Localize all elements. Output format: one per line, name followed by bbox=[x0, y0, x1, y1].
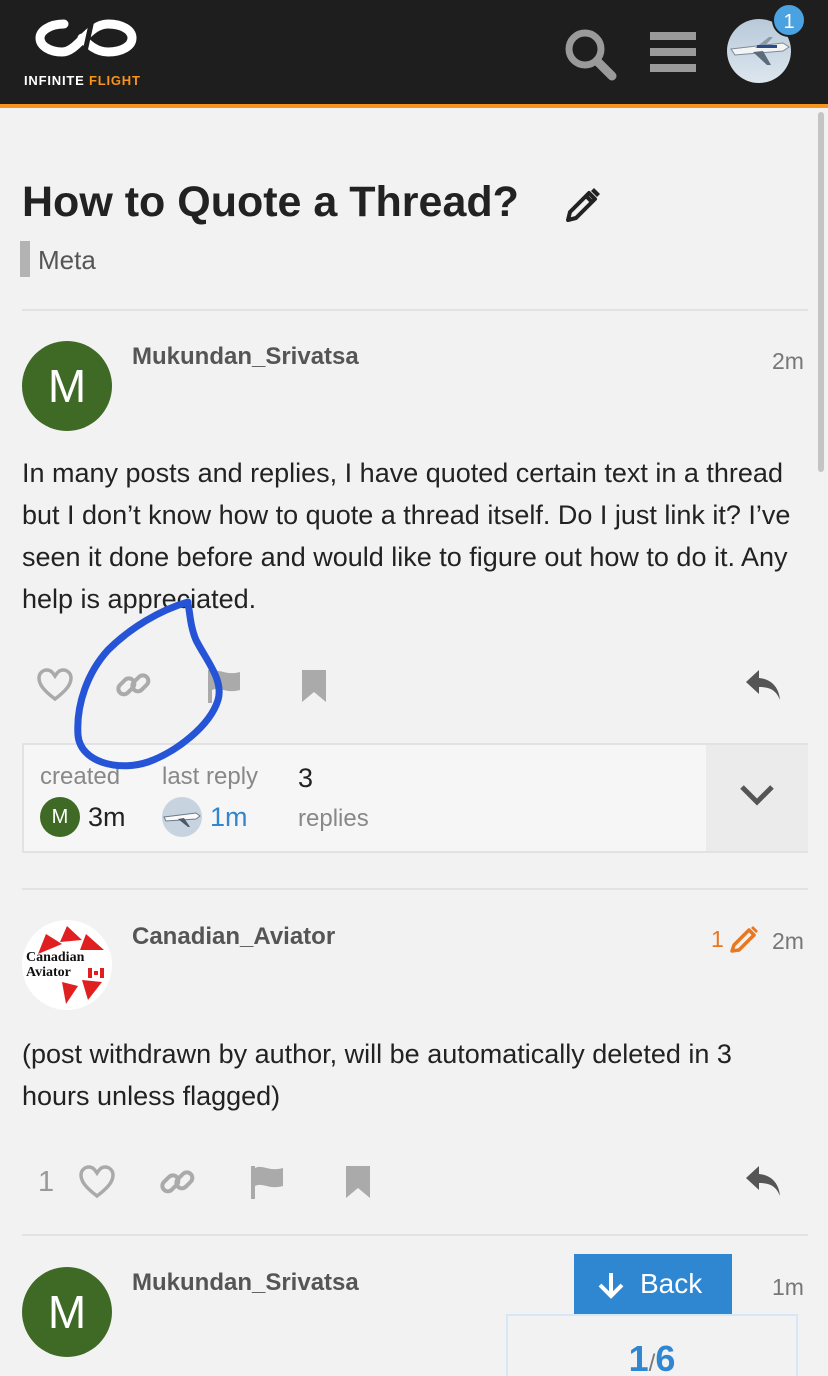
topic-title: How to Quote a Thread? bbox=[22, 178, 519, 226]
replies-label: replies bbox=[298, 805, 369, 832]
avatar-word-1: Canadian bbox=[26, 950, 85, 965]
replies-count: 3 bbox=[298, 763, 314, 793]
topic-map: created M 3m last reply 1m 3 replies bbox=[22, 743, 808, 853]
avatar-word-2: Aviator bbox=[26, 965, 71, 980]
bookmark-icon[interactable] bbox=[300, 668, 328, 709]
logo-word-flight: FLIGHT bbox=[89, 73, 141, 88]
flag-icon[interactable] bbox=[206, 668, 244, 709]
bookmark-icon[interactable] bbox=[344, 1164, 372, 1205]
last-reply-avatar[interactable] bbox=[162, 797, 202, 837]
logo-wordmark: INFINITE FLIGHT bbox=[24, 73, 141, 88]
canada-flag-icon bbox=[88, 968, 104, 978]
like-heart-icon[interactable] bbox=[37, 668, 73, 707]
last-reply-value[interactable]: 1m bbox=[210, 802, 248, 833]
progress-total: 6 bbox=[655, 1338, 676, 1376]
infinity-logo-icon bbox=[35, 19, 137, 57]
created-avatar[interactable]: M bbox=[40, 797, 80, 837]
edit-count[interactable]: 1 bbox=[711, 926, 724, 953]
infinite-flight-logo[interactable]: INFINITE FLIGHT bbox=[22, 16, 152, 92]
post-age[interactable]: 2m bbox=[772, 928, 804, 955]
chevron-down-icon bbox=[740, 785, 774, 806]
post-username[interactable]: Mukundan_Srivatsa bbox=[132, 1269, 359, 1297]
divider bbox=[22, 888, 808, 890]
post-body: In many posts and replies, I have quoted… bbox=[22, 458, 791, 614]
edit-history-pencil-icon[interactable] bbox=[730, 925, 760, 958]
hamburger-menu-icon[interactable] bbox=[650, 30, 698, 79]
back-button[interactable]: Back bbox=[574, 1254, 732, 1314]
back-button-label: Back bbox=[640, 1268, 703, 1299]
like-heart-icon[interactable] bbox=[79, 1165, 115, 1204]
arrow-down-icon bbox=[598, 1273, 624, 1299]
like-count[interactable]: 1 bbox=[38, 1166, 54, 1199]
post-avatar[interactable]: Canadian Aviator bbox=[22, 920, 112, 1010]
avatar-wordmark: Canadian Aviator bbox=[26, 950, 84, 980]
reply-icon[interactable] bbox=[744, 668, 782, 707]
divider bbox=[22, 1234, 808, 1236]
copy-link-icon[interactable] bbox=[158, 1163, 196, 1206]
post-username[interactable]: Canadian_Aviator bbox=[132, 923, 335, 951]
last-reply-label: last reply bbox=[162, 763, 259, 790]
reply-icon[interactable] bbox=[744, 1164, 782, 1203]
search-icon[interactable] bbox=[562, 26, 618, 87]
post-avatar[interactable]: M bbox=[22, 1267, 112, 1357]
site-header: INFINITE FLIGHT 1 bbox=[0, 0, 828, 108]
edit-title-pencil-icon[interactable] bbox=[564, 186, 602, 229]
post-body: (post withdrawn by author, will be autom… bbox=[22, 1039, 732, 1111]
flag-icon[interactable] bbox=[249, 1164, 287, 1205]
category-badge[interactable]: Meta bbox=[38, 245, 96, 276]
created-value[interactable]: 3m bbox=[88, 802, 126, 833]
category-color-bar bbox=[20, 241, 30, 277]
page-scrollbar[interactable] bbox=[818, 112, 824, 472]
logo-word-infinite: INFINITE bbox=[24, 73, 85, 88]
copy-link-icon[interactable] bbox=[114, 666, 152, 709]
divider bbox=[22, 309, 808, 311]
progress-current: 1 bbox=[628, 1338, 649, 1376]
post-username[interactable]: Mukundan_Srivatsa bbox=[132, 343, 359, 371]
post-avatar[interactable]: M bbox=[22, 341, 112, 431]
airplane-photo-icon bbox=[163, 812, 201, 827]
post-age[interactable]: 1m bbox=[772, 1274, 804, 1301]
expand-topic-map-button[interactable] bbox=[706, 745, 808, 851]
topic-progress[interactable]: 1/6 bbox=[506, 1314, 798, 1376]
post-age[interactable]: 2m bbox=[772, 348, 804, 375]
created-label: created bbox=[40, 763, 121, 790]
notification-badge[interactable]: 1 bbox=[772, 3, 806, 37]
